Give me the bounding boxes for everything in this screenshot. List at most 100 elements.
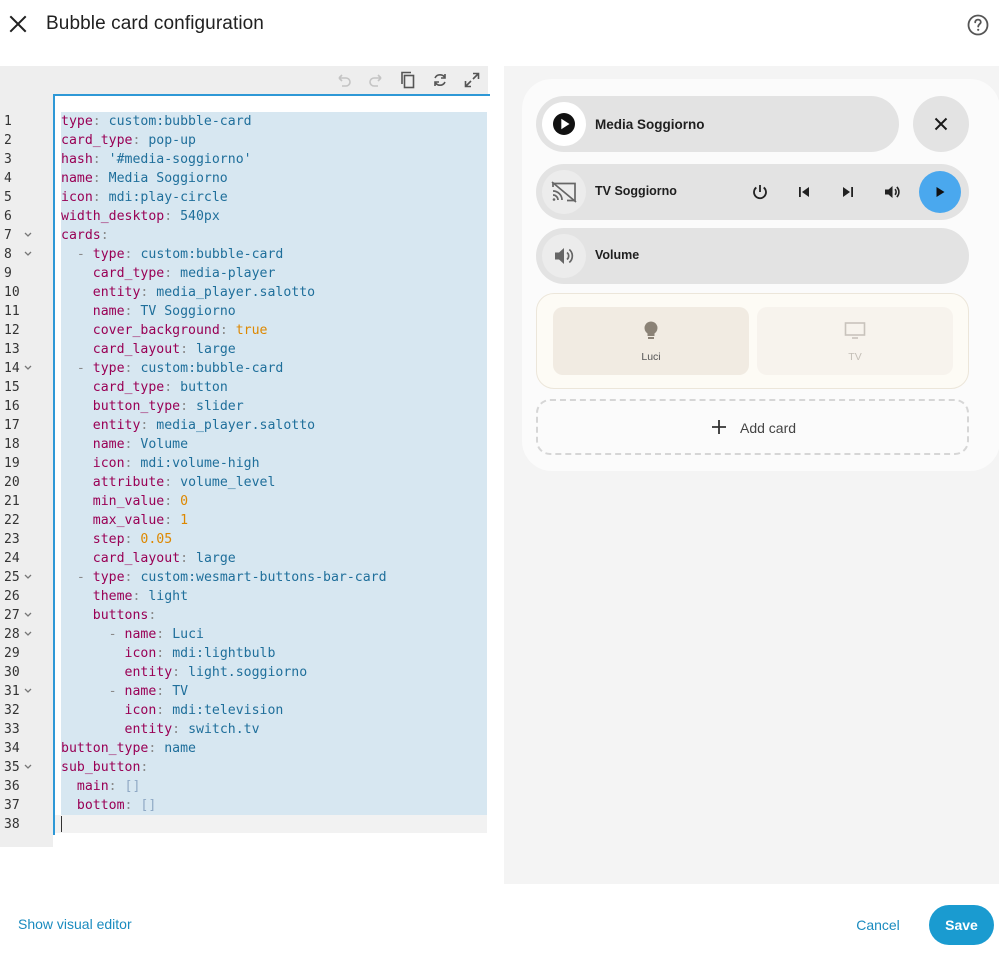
code-line[interactable]: 32 icon: mdi:television (0, 701, 488, 720)
code-line[interactable]: 12 cover_background: true (0, 321, 488, 340)
code-text[interactable]: card_type: pop-up (61, 131, 196, 150)
code-text[interactable]: name: TV Soggiorno (61, 302, 236, 321)
volume-icon[interactable] (881, 181, 903, 203)
code-text[interactable]: entity: media_player.salotto (61, 283, 315, 302)
code-text[interactable]: main: [] (61, 777, 141, 796)
fullscreen-icon[interactable] (462, 70, 482, 90)
code-text[interactable]: card_type: button (61, 378, 228, 397)
popup-close-button[interactable] (913, 96, 969, 152)
code-text[interactable]: entity: media_player.salotto (61, 416, 315, 435)
code-text[interactable]: card_layout: large (61, 549, 236, 568)
code-line[interactable]: 26 theme: light (0, 587, 488, 606)
volume-slider-card[interactable]: Volume (536, 228, 969, 284)
code-text[interactable]: entity: light.soggiorno (61, 663, 308, 682)
code-line[interactable]: 3 hash: '#media-soggiorno' (0, 150, 488, 169)
code-text[interactable]: card_layout: large (61, 340, 236, 359)
code-line[interactable]: 19 icon: mdi:volume-high (0, 454, 488, 473)
code-line[interactable]: 33 entity: switch.tv (0, 720, 488, 739)
code-text[interactable]: card_type: media-player (61, 264, 276, 283)
code-text[interactable]: hash: '#media-soggiorno' (61, 150, 252, 169)
show-visual-editor-link[interactable]: Show visual editor (18, 916, 132, 932)
code-text[interactable]: - type: custom:bubble-card (61, 245, 283, 264)
code-text[interactable]: - name: TV (61, 682, 188, 701)
code-text[interactable]: cover_background: true (61, 321, 268, 340)
bar-button-tv[interactable]: TV (757, 307, 953, 375)
code-text[interactable]: sub_button: (61, 758, 148, 777)
code-line[interactable]: 15 card_type: button (0, 378, 488, 397)
code-line[interactable]: 24 card_layout: large (0, 549, 488, 568)
code-text[interactable]: bottom: [] (61, 796, 156, 815)
fold-chevron-icon[interactable] (23, 362, 33, 372)
code-line[interactable]: 14 - type: custom:bubble-card (0, 359, 488, 378)
code-line[interactable]: 25 - type: custom:wesmart-buttons-bar-ca… (0, 568, 488, 587)
fold-chevron-icon[interactable] (23, 571, 33, 581)
code-line[interactable]: 23 step: 0.05 (0, 530, 488, 549)
code-text[interactable]: name: Media Soggiorno (61, 169, 228, 188)
fold-chevron-icon[interactable] (23, 685, 33, 695)
code-line[interactable]: 11 name: TV Soggiorno (0, 302, 488, 321)
code-line[interactable]: 31 - name: TV (0, 682, 488, 701)
code-line[interactable]: 4 name: Media Soggiorno (0, 169, 488, 188)
refresh-icon[interactable] (430, 70, 450, 90)
code-text[interactable]: step: 0.05 (61, 530, 172, 549)
code-line[interactable]: 10 entity: media_player.salotto (0, 283, 488, 302)
copy-icon[interactable] (398, 70, 418, 90)
code-text[interactable]: cards: (61, 226, 109, 245)
fold-chevron-icon[interactable] (23, 248, 33, 258)
code-line[interactable]: 8 - type: custom:bubble-card (0, 245, 488, 264)
save-button[interactable]: Save (929, 905, 994, 945)
code-text[interactable]: - type: custom:wesmart-buttons-bar-card (61, 568, 387, 587)
undo-icon[interactable] (334, 70, 354, 90)
next-icon[interactable] (837, 181, 859, 203)
code-text[interactable]: entity: switch.tv (61, 720, 260, 739)
code-line[interactable]: 13 card_layout: large (0, 340, 488, 359)
code-text[interactable]: name: Volume (61, 435, 188, 454)
code-text[interactable]: width_desktop: 540px (61, 207, 220, 226)
code-line[interactable]: 21 min_value: 0 (0, 492, 488, 511)
code-text[interactable]: - type: custom:bubble-card (61, 359, 283, 378)
code-text[interactable]: icon: mdi:television (61, 701, 284, 720)
code-text[interactable]: icon: mdi:lightbulb (61, 644, 276, 663)
code-text[interactable]: button_type: slider (61, 397, 244, 416)
code-line[interactable]: 9 card_type: media-player (0, 264, 488, 283)
fold-chevron-icon[interactable] (23, 609, 33, 619)
popup-header-card[interactable]: Media Soggiorno (536, 96, 899, 152)
code-line[interactable]: 35 sub_button: (0, 758, 488, 777)
cancel-button[interactable]: Cancel (846, 905, 910, 945)
code-line[interactable]: 22 max_value: 1 (0, 511, 488, 530)
code-text[interactable]: buttons: (61, 606, 157, 625)
code-line[interactable]: 6 width_desktop: 540px (0, 207, 488, 226)
redo-icon[interactable] (366, 70, 386, 90)
close-icon[interactable] (6, 12, 30, 36)
code-text[interactable]: min_value: 0 (61, 492, 188, 511)
fold-chevron-icon[interactable] (23, 628, 33, 638)
code-text[interactable]: button_type: name (61, 739, 196, 758)
add-card-button[interactable]: Add card (536, 399, 969, 455)
code-text[interactable]: theme: light (61, 587, 188, 606)
code-line[interactable]: 36 main: [] (0, 777, 488, 796)
code-line[interactable]: 37 bottom: [] (0, 796, 488, 815)
code-text[interactable]: icon: mdi:play-circle (61, 188, 228, 207)
code-line[interactable]: 2 card_type: pop-up (0, 131, 488, 150)
code-line[interactable]: 16 button_type: slider (0, 397, 488, 416)
help-icon[interactable] (966, 13, 990, 37)
code-line[interactable]: 30 entity: light.soggiorno (0, 663, 488, 682)
fold-chevron-icon[interactable] (23, 761, 33, 771)
media-player-card[interactable]: TV Soggiorno (536, 164, 969, 220)
bar-button-luci[interactable]: Luci (553, 307, 749, 375)
code-line[interactable]: 18 name: Volume (0, 435, 488, 454)
code-line[interactable]: 20 attribute: volume_level (0, 473, 488, 492)
code-text[interactable]: - name: Luci (61, 625, 204, 644)
code-line[interactable]: 27 buttons: (0, 606, 488, 625)
code-line[interactable]: 5 icon: mdi:play-circle (0, 188, 488, 207)
code-text[interactable]: attribute: volume_level (61, 473, 276, 492)
code-line[interactable]: 7 cards: (0, 226, 488, 245)
code-text[interactable]: type: custom:bubble-card (61, 112, 252, 131)
code-text[interactable]: icon: mdi:volume-high (61, 454, 260, 473)
fold-chevron-icon[interactable] (23, 229, 33, 239)
power-icon[interactable] (749, 181, 771, 203)
code-text[interactable]: max_value: 1 (61, 511, 188, 530)
code-line[interactable]: 28 - name: Luci (0, 625, 488, 644)
previous-icon[interactable] (793, 181, 815, 203)
code-line[interactable]: 17 entity: media_player.salotto (0, 416, 488, 435)
